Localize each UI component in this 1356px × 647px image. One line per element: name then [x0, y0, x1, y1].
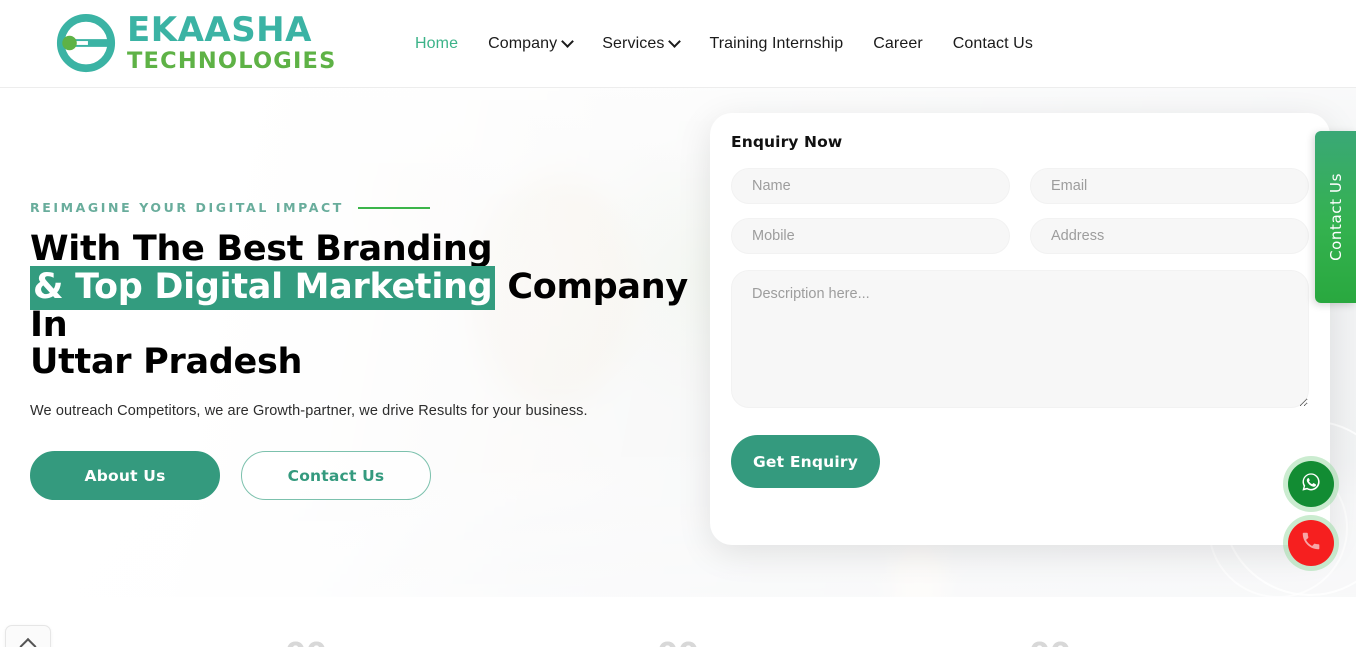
whatsapp-icon [1299, 470, 1323, 499]
nav-item-training-internship[interactable]: Training Internship [694, 35, 858, 53]
hero-cta-group: About Us Contact Us [30, 451, 690, 501]
hero-heading-line3: Uttar Pradesh [30, 342, 303, 383]
phone-icon [1300, 530, 1322, 557]
page-root: EKAASHA TECHNOLOGIES Home Company Servic… [0, 0, 1356, 647]
stats-counters: 00 00 00 [0, 637, 1356, 647]
chevron-down-icon [561, 34, 575, 48]
get-enquiry-button[interactable]: Get Enquiry [731, 435, 881, 488]
nav-item-contact-us[interactable]: Contact Us [938, 35, 1048, 53]
enquiry-field-grid [731, 168, 1309, 254]
nav-item-company[interactable]: Company [473, 34, 587, 53]
logo-text-secondary: TECHNOLOGIES [127, 48, 337, 75]
nav-label: Company [488, 35, 558, 52]
enquiry-form-card: Enquiry Now Get Enquiry [710, 113, 1330, 545]
hero-heading-highlight: & Top Digital Marketing [30, 265, 496, 310]
nav-label: Home [415, 35, 459, 52]
hero-subtitle: We outreach Competitors, we are Growth-p… [30, 403, 588, 420]
below-fold-section: 00 00 00 [0, 597, 1356, 647]
chevron-up-icon [19, 637, 37, 647]
contact-us-button[interactable]: Contact Us [241, 451, 431, 501]
nav-label: Services [602, 35, 665, 52]
name-input[interactable] [731, 168, 1010, 204]
phone-float-button[interactable] [1288, 520, 1334, 566]
logo-text-primary: EKAASHA [127, 10, 312, 51]
nav-item-services[interactable]: Services [587, 34, 694, 53]
email-input[interactable] [1030, 168, 1309, 204]
enquiry-form-title: Enquiry Now [731, 133, 843, 151]
hero-heading: With The Best Branding & Top Digital Mar… [30, 229, 690, 383]
address-input[interactable] [1030, 218, 1309, 254]
chevron-down-icon [668, 34, 682, 48]
logo-wordmark: EKAASHA TECHNOLOGIES [127, 13, 337, 73]
ekaasha-e-logo-icon [55, 12, 117, 74]
nav-item-career[interactable]: Career [858, 35, 938, 53]
hero-eyebrow-row: REIMAGINE YOUR DIGITAL IMPACT [30, 200, 690, 215]
site-header: EKAASHA TECHNOLOGIES Home Company Servic… [0, 0, 1356, 88]
eyebrow-rule [357, 206, 430, 209]
side-contact-tab[interactable]: Contact Us [1315, 131, 1356, 303]
nav-item-home[interactable]: Home [400, 35, 473, 53]
hero-eyebrow: REIMAGINE YOUR DIGITAL IMPACT [30, 200, 344, 215]
counter-value: 00 [1029, 637, 1071, 647]
description-textarea[interactable] [731, 270, 1309, 408]
scroll-to-top-button[interactable] [5, 625, 51, 647]
mobile-input[interactable] [731, 218, 1010, 254]
counter-value: 00 [285, 637, 327, 647]
main-navigation: Home Company Services Training Internshi… [400, 0, 1048, 88]
hero-heading-line1: With The Best Branding [30, 229, 493, 269]
nav-label: Contact Us [952, 35, 1033, 52]
site-logo[interactable]: EKAASHA TECHNOLOGIES [55, 12, 337, 74]
whatsapp-float-button[interactable] [1288, 461, 1334, 507]
nav-label: Career [873, 35, 923, 52]
nav-label: Training Internship [709, 35, 844, 52]
counter-value: 00 [657, 637, 699, 647]
hero-copy: REIMAGINE YOUR DIGITAL IMPACT With The B… [30, 200, 690, 501]
about-us-button[interactable]: About Us [30, 451, 220, 501]
side-contact-tab-label: Contact Us [1326, 173, 1345, 261]
